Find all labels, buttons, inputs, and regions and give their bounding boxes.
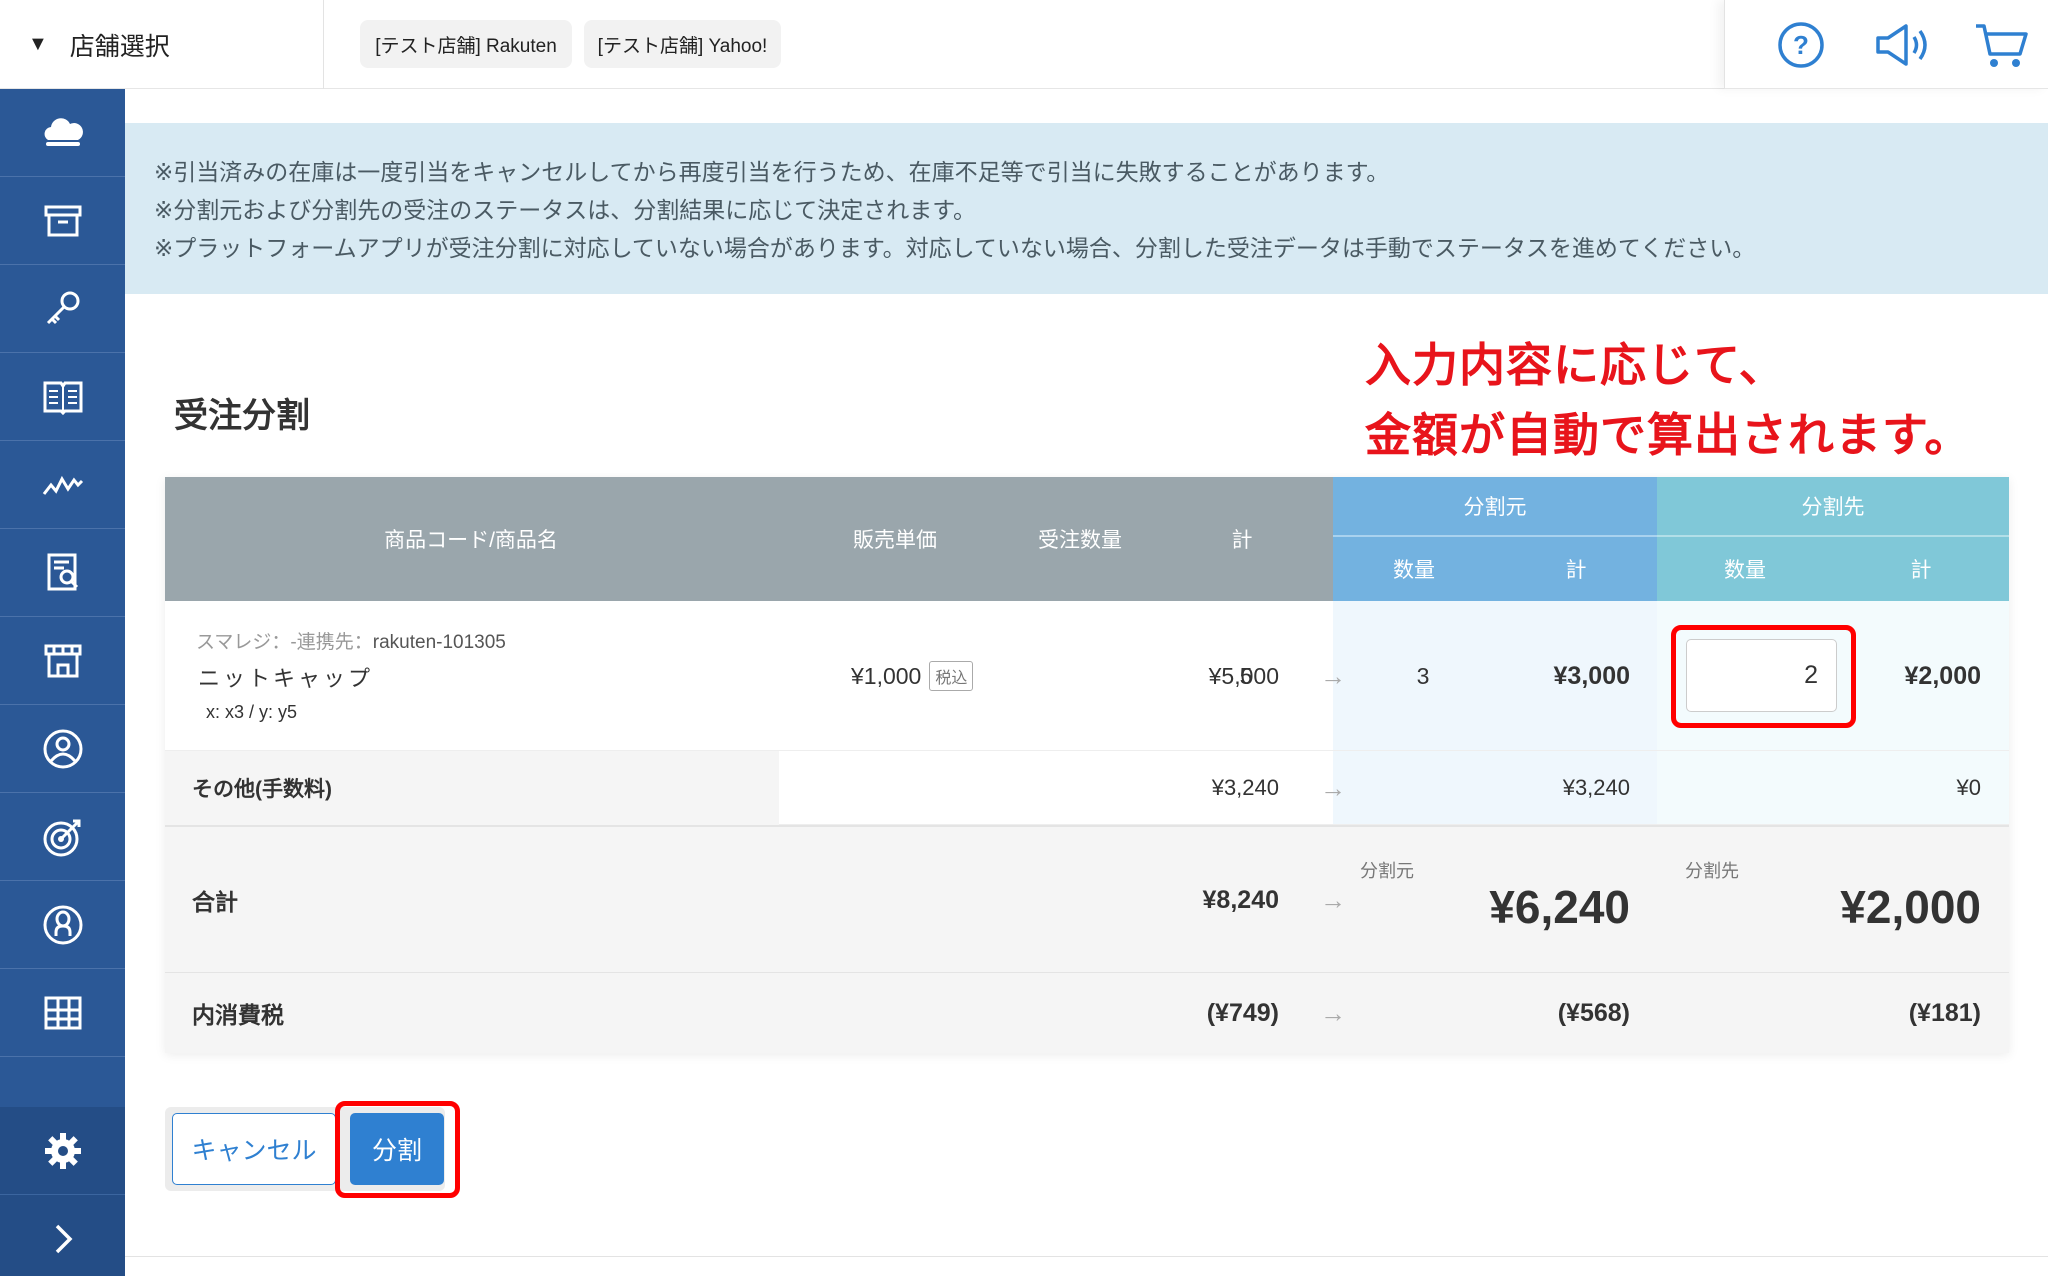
- tax-dst-total: (¥181): [1815, 973, 1981, 1053]
- page-title: 受注分割: [174, 388, 310, 437]
- sum-src-total: ¥6,240: [1415, 877, 1630, 937]
- annotation-line: 金額が自動で算出されます。: [1365, 400, 1971, 470]
- store-tab-rakuten[interactable]: [テスト店舗] Rakuten: [360, 20, 572, 68]
- tax-src-total: (¥568): [1465, 973, 1630, 1053]
- help-icon[interactable]: ?: [1776, 20, 1826, 70]
- store-tab-yahoo[interactable]: [テスト店舗] Yahoo!: [584, 20, 781, 68]
- sidebar-item-analytics[interactable]: [0, 441, 125, 529]
- src-total: ¥3,000: [1465, 601, 1630, 751]
- sidebar-item-apps[interactable]: [0, 969, 125, 1057]
- header-dst-total: 計: [1833, 537, 2009, 601]
- sidebar-item-cloud[interactable]: [0, 89, 125, 177]
- header-source: 分割元: [1333, 477, 1657, 537]
- sum-dst-total: ¥2,000: [1765, 877, 1981, 937]
- tax-total: (¥749): [1165, 973, 1279, 1053]
- notice-line: ※引当済みの在庫は一度引当をキャンセルしてから再度引当を行うため、在庫不足等で引…: [154, 153, 2048, 191]
- sum-src-label: 分割元: [1360, 857, 1414, 883]
- split-table: 商品コード/商品名 販売単価 受注数量 計 分割元 分割先 数量 計 数量 計 …: [165, 477, 2009, 1053]
- item-row: スマレジ：-連携先：rakuten-101305 ニットキャップ x: x3 /…: [165, 601, 2009, 751]
- header-dst-qty: 数量: [1657, 537, 1833, 601]
- header-src-qty: 数量: [1333, 537, 1495, 601]
- settings-button[interactable]: [0, 1107, 125, 1195]
- annotation-line: 入力内容に応じて、: [1365, 330, 1971, 400]
- cloud-icon: [40, 110, 86, 156]
- sidebar-item-inventory[interactable]: [0, 177, 125, 265]
- notice-line: ※分割元および分割先の受注のステータスは、分割結果に応じて決定されます。: [154, 191, 2048, 229]
- user-icon: [40, 902, 86, 948]
- header-qty: 受注数量: [990, 477, 1170, 601]
- other-row: その他(手数料) ¥3,240 → ¥3,240 ¥0: [165, 751, 2009, 825]
- top-bar: ▼ 店舗選択 [テスト店舗] Rakuten [テスト店舗] Yahoo! ?: [0, 0, 2048, 89]
- header-total: 計: [1192, 477, 1292, 601]
- sidebar-item-store[interactable]: [0, 617, 125, 705]
- unit-price: ¥1,000 税込: [851, 601, 973, 751]
- notice-line: ※プラットフォームアプリが受注分割に対応していない場合があります。対応していない…: [154, 229, 2048, 267]
- report-icon: [40, 550, 86, 596]
- other-dst-total: ¥0: [1815, 751, 1981, 825]
- sum-total: ¥8,240: [1165, 827, 1279, 973]
- key-icon: [40, 286, 86, 332]
- header-product: 商品コード/商品名: [165, 477, 777, 601]
- store-select-label: 店舗選択: [70, 27, 170, 63]
- store-icon: [40, 638, 86, 684]
- other-label: その他(手数料): [165, 751, 779, 825]
- divider: [125, 1256, 2048, 1257]
- sidebar-item-user[interactable]: [0, 881, 125, 969]
- arrow-icon: →: [1313, 751, 1353, 825]
- svg-text:?: ?: [1793, 30, 1809, 60]
- product-code-line: スマレジ：-連携先：rakuten-101305: [196, 627, 506, 654]
- gear-icon: [40, 1128, 86, 1174]
- tax-row: 内消費税 (¥749) → (¥568) (¥181): [165, 973, 2009, 1053]
- line-chart-icon: [40, 462, 86, 508]
- header-dest: 分割先: [1657, 477, 2009, 537]
- target-icon: [40, 814, 86, 860]
- cancel-button[interactable]: キャンセル: [172, 1113, 336, 1185]
- announcement-icon[interactable]: [1874, 20, 1934, 70]
- annotation: 入力内容に応じて、 金額が自動で算出されます。: [1365, 330, 1971, 470]
- split-button[interactable]: 分割: [350, 1113, 444, 1185]
- unit-price-value: ¥1,000: [851, 663, 921, 690]
- header-src-total: 計: [1495, 537, 1657, 601]
- header-unit-price: 販売単価: [805, 477, 985, 601]
- sidebar-item-key[interactable]: [0, 265, 125, 353]
- sidebar-bottom: [0, 1107, 125, 1276]
- tax-included-badge: 税込: [929, 661, 973, 691]
- sidebar-item-target[interactable]: [0, 793, 125, 881]
- sidebar: [0, 89, 125, 1276]
- arrow-icon: →: [1313, 973, 1353, 1053]
- sidebar-item-customer[interactable]: [0, 705, 125, 793]
- code-label: スマレジ：-連携先：: [196, 632, 373, 653]
- sidebar-item-catalog[interactable]: [0, 353, 125, 441]
- arrow-icon: →: [1313, 827, 1353, 973]
- product-code: rakuten-101305: [373, 632, 506, 653]
- book-icon: [40, 374, 86, 420]
- sum-dst-label: 分割先: [1685, 857, 1739, 883]
- other-total: ¥3,240: [1165, 751, 1279, 825]
- tax-label: 内消費税: [192, 973, 284, 1053]
- src-qty: 3: [1373, 601, 1473, 751]
- cart-icon[interactable]: [1974, 20, 2030, 70]
- sum-label: 合計: [192, 827, 238, 973]
- caret-down-icon: ▼: [28, 33, 48, 56]
- sum-row: 合計 ¥8,240 → 分割元 ¥6,240 分割先 ¥2,000: [165, 825, 2009, 973]
- header-icons: ?: [1724, 0, 2048, 89]
- chevron-right-icon: [40, 1216, 86, 1262]
- grid-icon: [40, 990, 86, 1036]
- item-total: ¥5,000: [1165, 601, 1279, 751]
- user-circle-icon: [40, 726, 86, 772]
- archive-icon: [40, 198, 86, 244]
- dst-total: ¥2,000: [1815, 601, 1981, 751]
- sidebar-item-report[interactable]: [0, 529, 125, 617]
- store-select-dropdown[interactable]: ▼ 店舗選択: [0, 0, 324, 89]
- notice-box: ※引当済みの在庫は一度引当をキャンセルしてから再度引当を行うため、在庫不足等で引…: [125, 123, 2048, 294]
- product-name: ニットキャップ: [198, 661, 373, 693]
- product-variant: x: x3 / y: y5: [206, 702, 297, 723]
- arrow-icon: →: [1313, 601, 1353, 751]
- other-src-total: ¥3,240: [1465, 751, 1630, 825]
- expand-sidebar-button[interactable]: [0, 1195, 125, 1283]
